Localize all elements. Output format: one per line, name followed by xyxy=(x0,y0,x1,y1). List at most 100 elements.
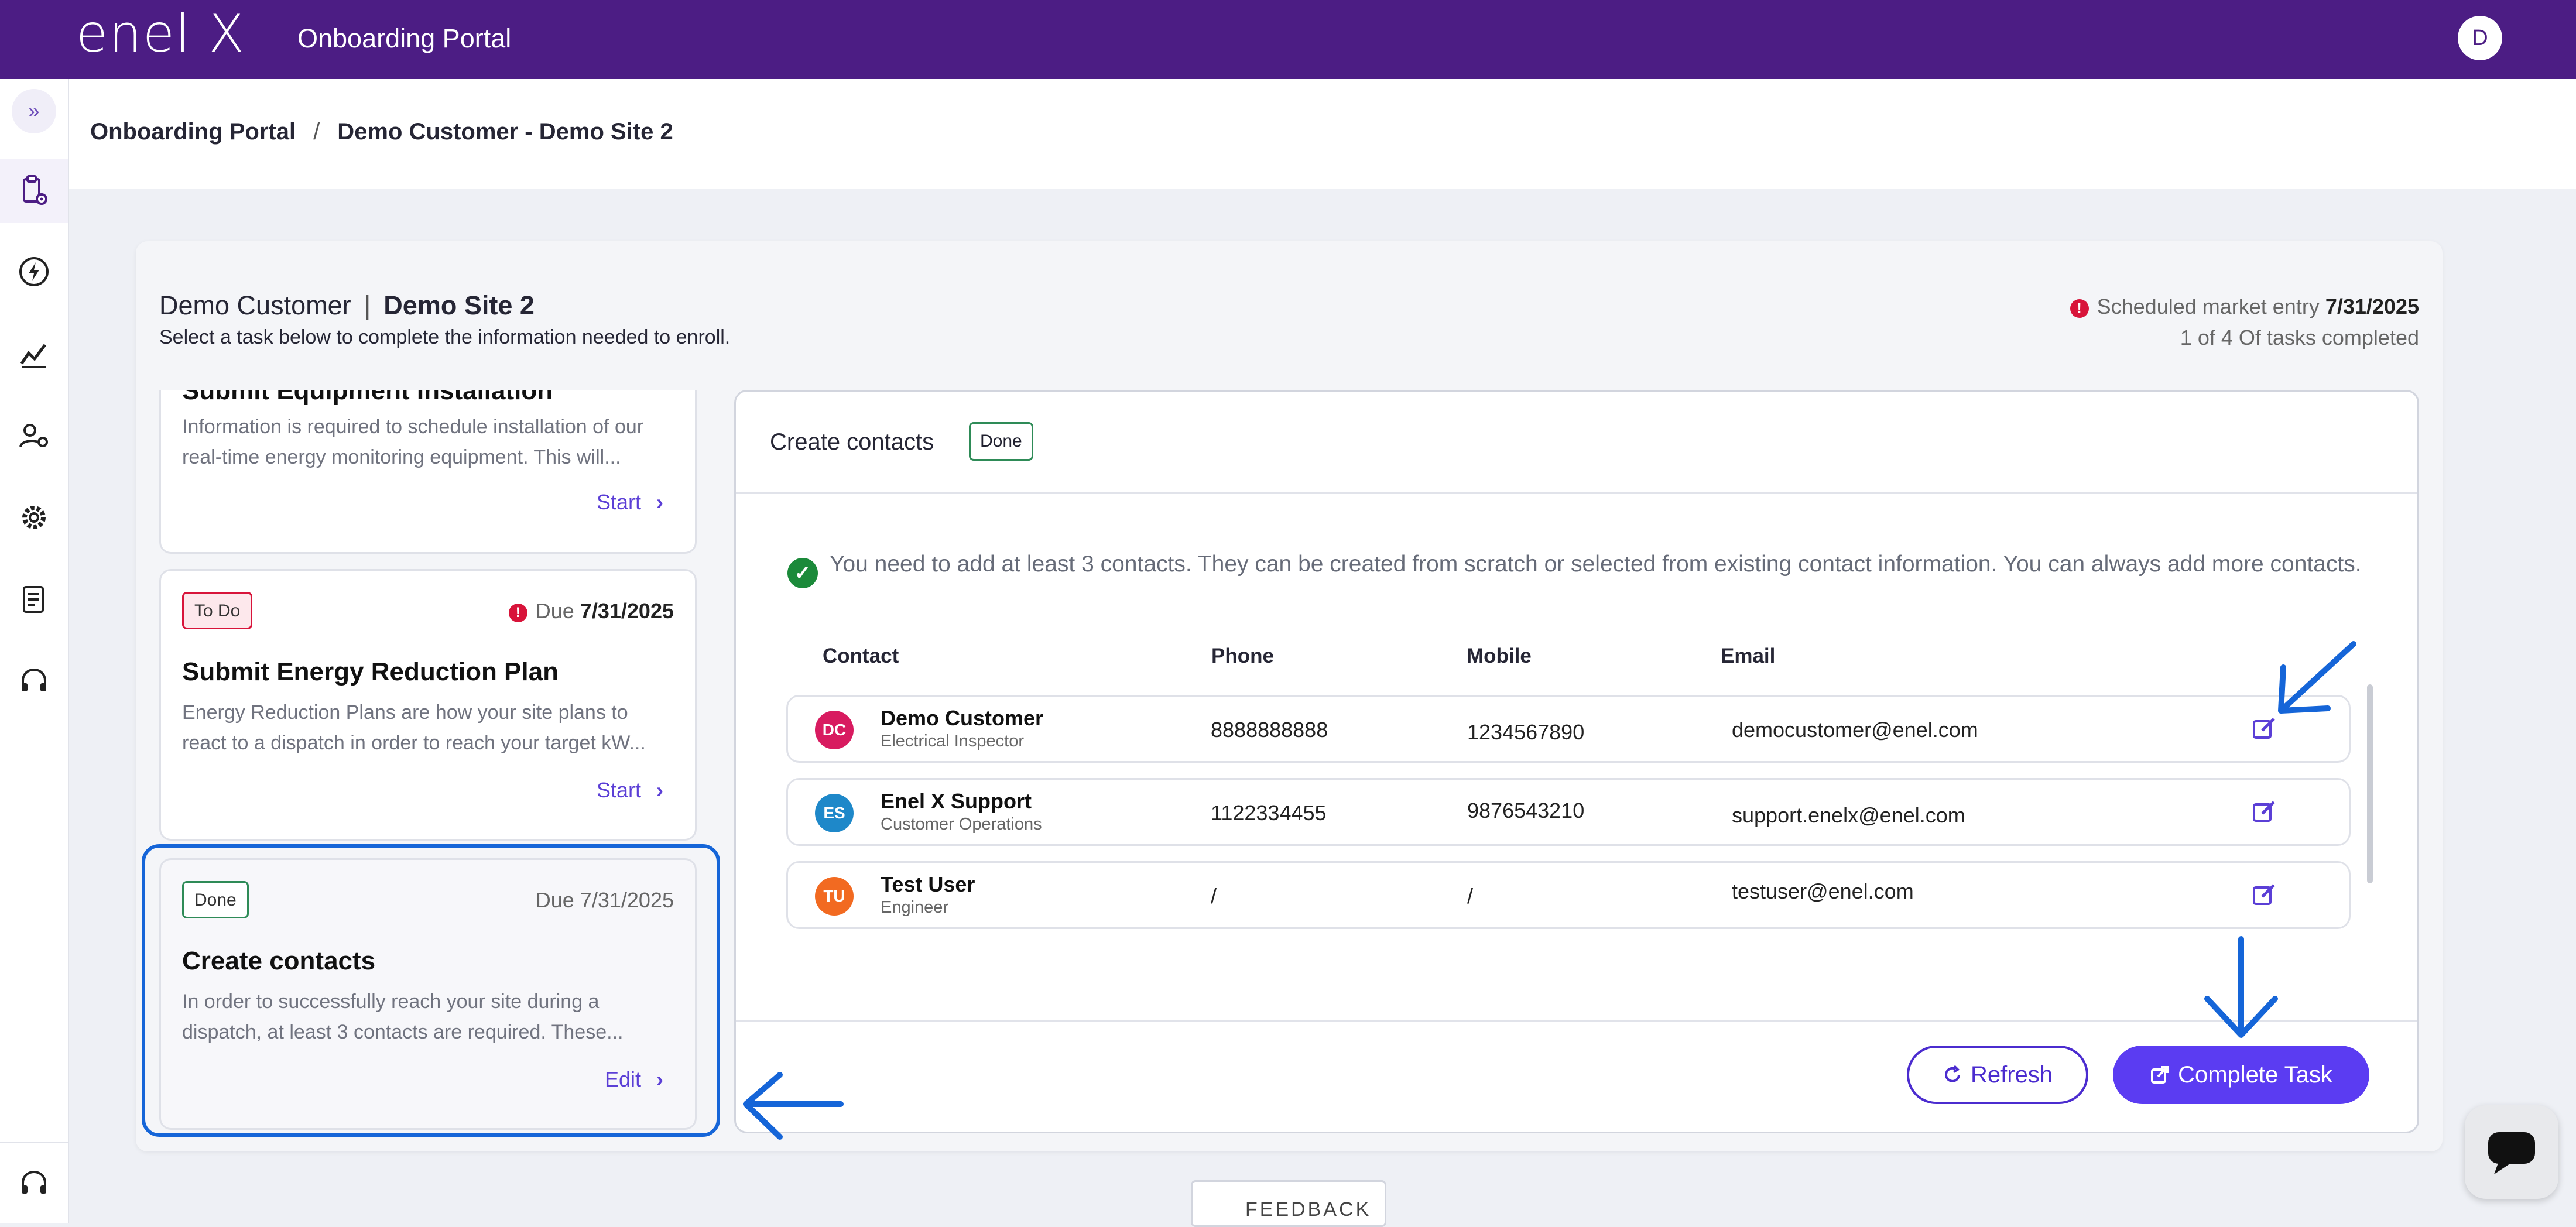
panel-title: Create contacts xyxy=(770,429,934,455)
edit-icon[interactable] xyxy=(2252,798,2277,824)
breadcrumb-current: Demo Customer - Demo Site 2 xyxy=(337,119,673,145)
onboarding-card: Demo Customer | Demo Site 2 Select a task … xyxy=(136,241,2443,1151)
contact-role: Electrical Inspector xyxy=(881,732,1024,750)
contact-email: support.enelx@enel.com xyxy=(1732,803,1965,827)
scheduled-date: 7/31/2025 xyxy=(2325,294,2419,318)
status-badge: Done xyxy=(969,422,1033,461)
feedback-tab[interactable]: FEEDBACK xyxy=(1191,1180,1386,1227)
page-title: Demo Customer | Demo Site 2 xyxy=(159,290,535,321)
complete-task-button[interactable]: Complete Task xyxy=(2113,1046,2369,1104)
user-gear-icon xyxy=(19,424,48,447)
nav-energy[interactable] xyxy=(0,239,68,304)
column-header-phone: Phone xyxy=(1211,645,1274,667)
contact-mobile: 9876543210 xyxy=(1467,798,1585,822)
avatar: DC xyxy=(815,711,854,749)
alert-icon: ! xyxy=(2070,299,2089,318)
headset-icon xyxy=(22,668,46,691)
annotation-highlight-box xyxy=(142,844,720,1137)
contact-phone: / xyxy=(1211,884,1217,908)
contact-role: Engineer xyxy=(881,898,949,917)
alert-icon: ! xyxy=(508,604,527,622)
gear-icon xyxy=(22,506,46,529)
task-action-label: Start xyxy=(596,490,641,514)
scheduled-label: Scheduled market entry xyxy=(2097,294,2320,318)
enel-x-logo[interactable]: enel X xyxy=(76,5,245,63)
tasks-progress: 1 of 4 Of tasks completed xyxy=(2180,325,2419,349)
edit-icon[interactable] xyxy=(2252,882,2277,907)
contact-row[interactable]: TU Test User Engineer / / testuser@enel.… xyxy=(786,861,2351,929)
task-title: Submit Equipment Installation xyxy=(182,390,553,405)
feedback-label: FEEDBACK xyxy=(1245,1198,1372,1221)
due-date: 7/31/2025 xyxy=(580,599,674,623)
lightning-icon xyxy=(19,257,49,286)
annotation-arrow-icon xyxy=(2278,641,2356,714)
nav-help[interactable] xyxy=(0,1142,68,1225)
contact-phone: 8888888888 xyxy=(1211,718,1328,742)
task-due: ! Due 7/31/2025 xyxy=(508,599,674,623)
contact-email: democustomer@enel.com xyxy=(1732,718,1978,742)
panel-header: Create contacts Done xyxy=(736,392,2417,494)
task-card[interactable]: Submit Equipment Installation Informatio… xyxy=(159,390,697,554)
column-header-email: Email xyxy=(1721,645,1776,667)
annotation-arrow-icon xyxy=(2204,936,2278,1038)
chat-widget-button[interactable] xyxy=(2465,1105,2558,1199)
title-divider: | xyxy=(364,290,371,320)
column-header-contact: Contact xyxy=(823,645,899,667)
external-link-icon xyxy=(2151,1066,2169,1084)
breadcrumb-root-link[interactable]: Onboarding Portal xyxy=(90,119,296,145)
contact-mobile: / xyxy=(1467,884,1474,908)
annotation-arrow-icon xyxy=(743,1072,844,1140)
contact-role: Customer Operations xyxy=(881,815,1042,834)
scheduled-market-entry: ! Scheduled market entry 7/31/2025 xyxy=(2070,294,2419,319)
due-label: Due xyxy=(535,599,574,623)
contact-row[interactable]: ES Enel X Support Customer Operations 11… xyxy=(786,778,2351,846)
avatar: ES xyxy=(815,794,854,832)
contact-phone: 1122334455 xyxy=(1211,801,1327,825)
breadcrumb: Onboarding Portal / Demo Customer - Demo S… xyxy=(90,119,673,145)
contact-email: testuser@enel.com xyxy=(1732,879,1914,903)
contact-mobile: 1234567890 xyxy=(1467,720,1585,744)
task-start-link[interactable]: Start › xyxy=(597,490,663,515)
panel-footer: Refresh Complete Task xyxy=(736,1020,2417,1132)
refresh-icon xyxy=(1945,1065,1960,1082)
instructions-text: You need to add at least 3 contacts. The… xyxy=(830,551,2362,577)
task-start-link[interactable]: Start › xyxy=(597,778,663,803)
trend-chart-icon xyxy=(20,344,46,368)
task-card[interactable]: To Do ! Due 7/31/2025 Submit Energy Reduc… xyxy=(159,569,697,841)
contacts-scrollbar[interactable] xyxy=(2367,684,2373,883)
contact-row[interactable]: DC Demo Customer Electrical Inspector 88… xyxy=(786,695,2351,763)
document-icon xyxy=(23,586,44,613)
nav-documents[interactable] xyxy=(0,567,68,632)
status-badge: To Do xyxy=(182,592,253,629)
refresh-button[interactable]: Refresh xyxy=(1907,1046,2088,1104)
contact-name: Demo Customer xyxy=(881,706,1044,730)
contact-name: Test User xyxy=(881,872,975,896)
nav-onboarding[interactable] xyxy=(0,159,68,223)
check-circle-icon: ✓ xyxy=(787,558,818,588)
clipboard-gear-icon xyxy=(23,175,47,205)
app-title: Onboarding Portal xyxy=(297,23,512,53)
expand-nav-button[interactable]: » xyxy=(12,89,56,133)
column-header-mobile: Mobile xyxy=(1467,645,1532,667)
nav-settings[interactable] xyxy=(0,485,68,550)
task-description: Information is required to schedule inst… xyxy=(182,416,644,468)
site-name: Demo Site 2 xyxy=(383,290,535,320)
chevron-right-icon: › xyxy=(656,778,663,802)
task-action-label: Start xyxy=(596,778,641,802)
headset-icon xyxy=(22,1170,46,1194)
nav-support[interactable] xyxy=(0,649,68,714)
left-nav-rail: » xyxy=(0,79,69,1223)
avatar: TU xyxy=(815,877,854,916)
nav-user-settings[interactable] xyxy=(0,403,68,468)
page-subtitle: Select a task below to complete the info… xyxy=(159,326,731,348)
breadcrumb-separator: / xyxy=(313,119,320,145)
task-title: Submit Energy Reduction Plan xyxy=(182,657,559,686)
contact-name: Enel X Support xyxy=(881,789,1032,813)
task-description: Energy Reduction Plans are how your site… xyxy=(182,701,646,754)
user-avatar[interactable]: D xyxy=(2458,16,2502,60)
complete-task-label: Complete Task xyxy=(2178,1061,2332,1088)
task-detail-panel: Create contacts Done ✓ You need to add a… xyxy=(734,390,2419,1133)
refresh-label: Refresh xyxy=(1970,1061,2053,1088)
nav-performance[interactable] xyxy=(0,321,68,386)
chat-bubble-icon xyxy=(2488,1132,2535,1174)
